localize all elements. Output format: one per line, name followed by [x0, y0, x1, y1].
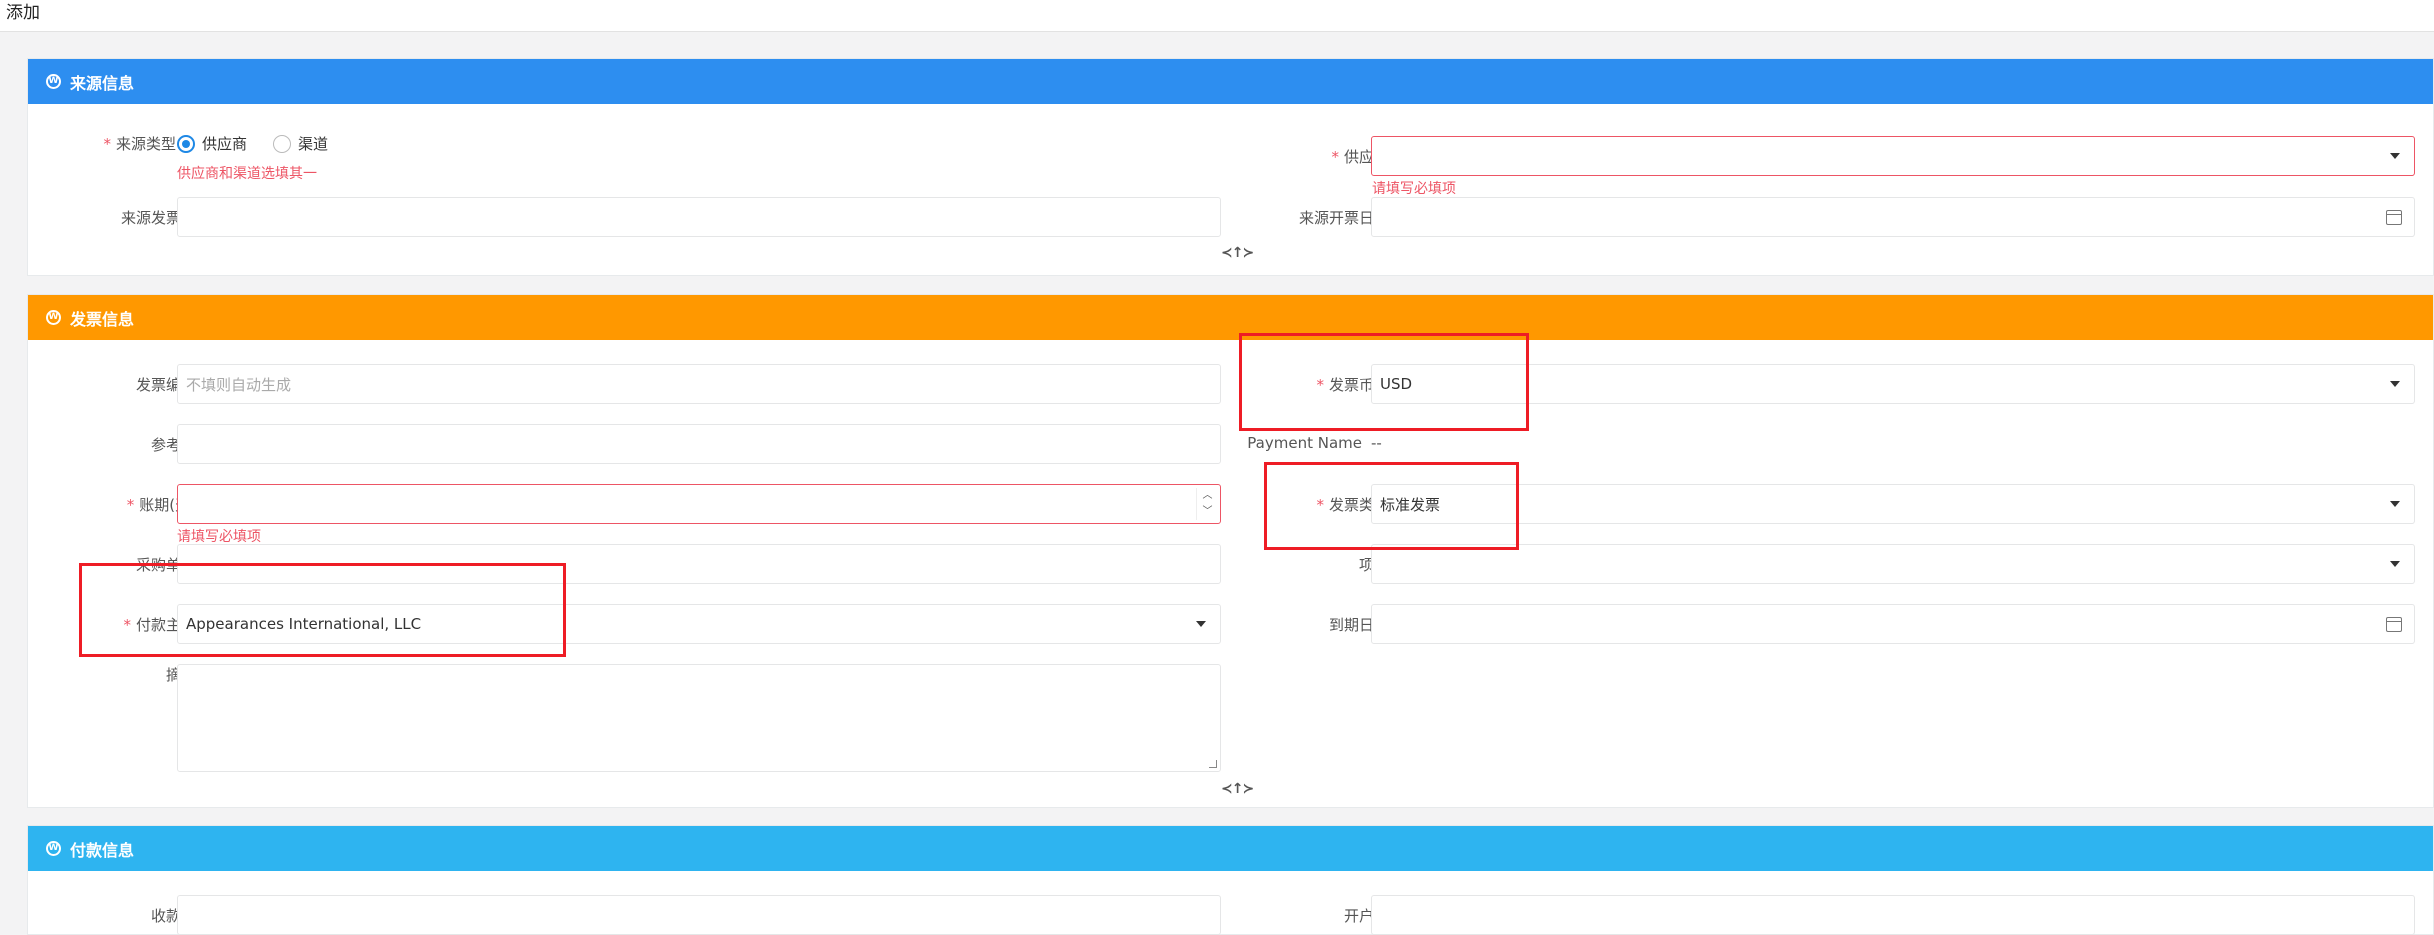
source-info-title: 来源信息 — [70, 73, 135, 93]
payment-name-label: Payment Name — [1247, 434, 1362, 452]
chevron-down-icon — [2390, 381, 2400, 387]
page-title: 添加 — [6, 3, 40, 23]
term-input[interactable]: ︿ ﹀ — [177, 484, 1221, 524]
source-invoice-no-input[interactable] — [177, 197, 1221, 237]
collapse-toggle-icon[interactable]: ≺↑≻ — [1221, 781, 1254, 797]
summary-textarea[interactable] — [177, 664, 1221, 772]
source-info-header[interactable]: W 来源信息 — [28, 59, 2433, 104]
chevron-down-icon — [2390, 501, 2400, 507]
term-error: 请填写必填项 — [177, 529, 261, 545]
radio-unchecked-icon — [273, 134, 291, 153]
chevron-down-icon — [2390, 561, 2400, 567]
invoice-info-header[interactable]: W 发票信息 — [28, 295, 2433, 340]
source-invoice-date-input[interactable] — [1371, 197, 2415, 237]
invoice-info-panel: W 发票信息 发票编号 不填则自动生成 * 发票币种 USD 参考号 Paymen… — [27, 294, 2434, 808]
wordpress-icon: W — [46, 310, 61, 325]
source-type-error: 供应商和渠道选填其一 — [177, 166, 317, 182]
payee-input[interactable] — [177, 895, 1221, 935]
source-type-label: * 来源类型 — [103, 135, 176, 153]
chevron-down-icon — [2390, 153, 2400, 159]
wordpress-icon: W — [46, 74, 61, 89]
project-select[interactable] — [1371, 544, 2415, 584]
highlight-box-payer — [79, 563, 566, 657]
due-date-input[interactable] — [1371, 604, 2415, 644]
invoice-info-title: 发票信息 — [70, 309, 135, 329]
radio-channel[interactable]: 渠道 — [273, 133, 328, 154]
source-info-panel: W 来源信息 * 来源类型 供应商 渠道 供应商和渠道选填其一 * 供应商 请填写必… — [27, 58, 2434, 276]
wordpress-icon: W — [46, 841, 61, 856]
invoice-type-select[interactable]: 标准发票 — [1371, 484, 2415, 524]
chevron-down-icon — [1196, 621, 1206, 627]
calendar-icon — [2386, 617, 2402, 632]
supplier-select[interactable] — [1371, 136, 2415, 176]
payment-info-panel: W 付款信息 收款方 开户行 — [27, 825, 2434, 935]
collapse-toggle-icon[interactable]: ≺↑≻ — [1221, 245, 1254, 261]
radio-checked-icon — [177, 134, 195, 153]
highlight-box-currency — [1239, 333, 1529, 431]
invoice-no-input[interactable]: 不填则自动生成 — [177, 364, 1221, 404]
payment-info-header[interactable]: W 付款信息 — [28, 826, 2433, 871]
bank-input[interactable] — [1371, 895, 2415, 935]
top-bar: 添加 — [0, 0, 2434, 32]
calendar-icon — [2386, 210, 2402, 225]
payment-info-title: 付款信息 — [70, 840, 135, 860]
payment-name-value: -- — [1371, 434, 1382, 452]
highlight-box-invoice-type — [1264, 462, 1519, 550]
supplier-error: 请填写必填项 — [1372, 181, 1456, 197]
number-stepper[interactable]: ︿ ﹀ — [1196, 488, 1218, 520]
reference-input[interactable] — [177, 424, 1221, 464]
resize-handle-icon[interactable] — [1209, 760, 1217, 768]
radio-supplier[interactable]: 供应商 — [177, 133, 247, 154]
